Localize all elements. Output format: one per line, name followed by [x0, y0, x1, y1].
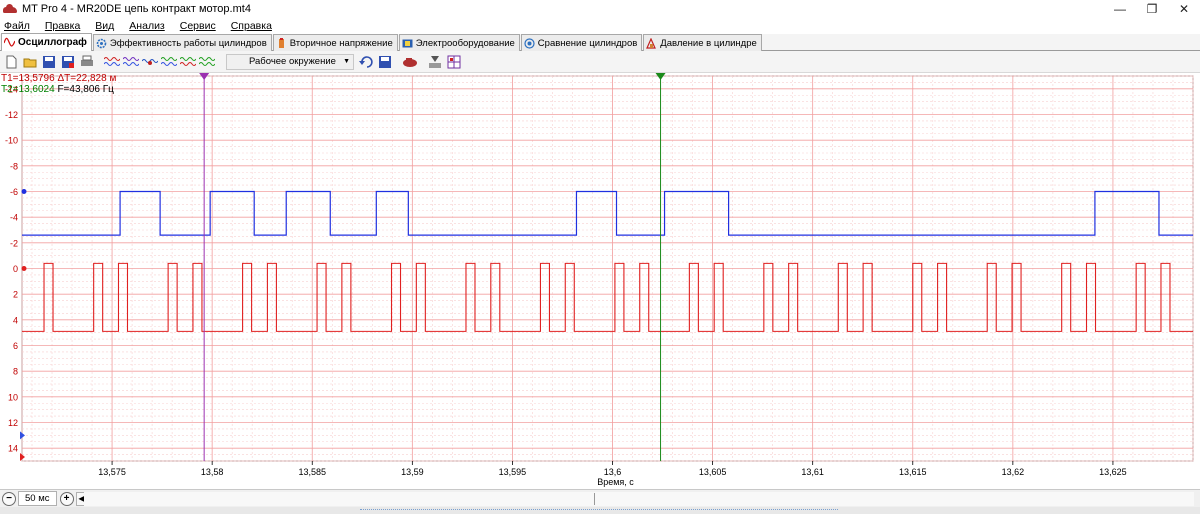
x-tick-label: 13,59 — [401, 467, 424, 477]
cursor-t1-value: T1=13,5796 — [1, 73, 55, 84]
grid-settings-icon[interactable] — [446, 54, 462, 70]
cursor-frequency: F=43,806 Гц — [57, 84, 114, 95]
y-tick-label: 10 — [8, 392, 18, 402]
cursor-delta-t: ΔT=22,828 м — [57, 73, 117, 84]
menu-service[interactable]: Сервис — [180, 20, 216, 32]
tab-electrical-equipment[interactable]: Электрооборудование — [398, 34, 520, 51]
x-tick-label: 13,62 — [1002, 467, 1025, 477]
x-tick-label: 13,625 — [1099, 467, 1127, 477]
y-tick-label: 12 — [8, 418, 18, 428]
status-bar: − 50 мс + ◀ — [0, 489, 1200, 507]
app-car-icon — [3, 4, 17, 14]
gear-icon — [96, 38, 107, 49]
tab-oscilloscope[interactable]: Осциллограф — [1, 33, 92, 51]
timebase-value[interactable]: 50 мс — [18, 491, 57, 506]
y-tick-label: 0 — [13, 264, 18, 274]
channel-4-icon[interactable] — [161, 54, 177, 70]
tab-cylinder-comparison[interactable]: Сравнение цилиндров — [520, 34, 643, 51]
compare-icon — [524, 37, 535, 49]
channel-1-icon[interactable] — [104, 54, 120, 70]
channel-6-icon[interactable] — [199, 54, 215, 70]
menu-help[interactable]: Справка — [231, 20, 272, 32]
toolbar: Рабочее окружение ▼ — [0, 51, 1200, 73]
tab-secondary-voltage[interactable]: Вторичное напряжение — [272, 34, 398, 51]
menu-view[interactable]: Вид — [95, 20, 114, 32]
channel-3-icon[interactable] — [142, 54, 158, 70]
y-tick-label: -4 — [10, 213, 18, 223]
tab-cylinder-pressure[interactable]: Давление в цилиндре — [643, 34, 762, 51]
battery-icon — [402, 38, 413, 49]
y-tick-label: 2 — [13, 290, 18, 300]
save-icon[interactable] — [41, 54, 57, 70]
tab-cylinder-efficiency[interactable]: Эффективность работы цилиндров — [92, 34, 272, 51]
y-tick-label: -2 — [10, 238, 18, 248]
x-tick-label: 13,595 — [499, 467, 527, 477]
selection-marker — [360, 509, 838, 514]
pressure-icon — [646, 37, 657, 49]
x-tick-label: 13,58 — [201, 467, 224, 477]
scrollbar-thumb[interactable] — [594, 493, 606, 505]
minimize-button[interactable]: — — [1104, 0, 1136, 18]
restore-button[interactable]: ❐ — [1136, 0, 1168, 18]
menu-file[interactable]: Файл — [4, 20, 30, 32]
tab-label: Давление в цилиндре — [660, 37, 757, 49]
environment-select-value: Рабочее окружение — [249, 56, 336, 67]
cursor-readout: T1=13,5796 ΔT=22,828 м T2=13,6024 F=43,8… — [1, 73, 116, 95]
menu-analysis[interactable]: Анализ — [129, 20, 164, 32]
close-button[interactable]: ✕ — [1168, 0, 1200, 18]
x-tick-label: 13,615 — [899, 467, 927, 477]
export-icon[interactable] — [377, 54, 393, 70]
horizontal-scrollbar[interactable] — [84, 492, 1194, 506]
series-2-marker — [21, 266, 27, 271]
engine-icon[interactable] — [402, 54, 418, 70]
environment-select[interactable]: Рабочее окружение ▼ — [226, 53, 354, 70]
y-tick-label: 8 — [13, 367, 18, 377]
zoom-out-button[interactable]: − — [2, 491, 16, 506]
menu-bar: Файл Правка Вид Анализ Сервис Справка — [0, 18, 1200, 34]
cursor-t2-value: T2=13,6024 — [1, 84, 55, 95]
x-tick-label: 13,6 — [604, 467, 622, 477]
new-file-icon[interactable] — [3, 54, 19, 70]
tab-strip: Осциллограф Эффективность работы цилиндр… — [0, 33, 1200, 51]
y-tick-label: -8 — [10, 161, 18, 171]
zoom-in-button[interactable]: + — [59, 491, 74, 506]
x-axis-label: Время, с — [597, 477, 634, 487]
oscilloscope-plot[interactable]: -14 -12 -10 -8 -6 -4 -2 0 2 4 6 8 10 12 14 13,575 13,58 1… — [0, 73, 1200, 489]
x-tick-label: 13,605 — [699, 467, 727, 477]
y-tick-label: -12 — [5, 110, 18, 120]
coil-icon — [276, 37, 287, 49]
plot-canvas[interactable]: -14-12-10-8-6-4-20246810121413,575 13,58 1… — [0, 73, 1200, 489]
window-title: MT Pro 4 - MR20DE цепь контракт мотор.mt… — [22, 3, 251, 15]
channel-5-icon[interactable] — [180, 54, 196, 70]
tab-label: Сравнение цилиндров — [537, 37, 638, 49]
undo-icon[interactable] — [358, 54, 374, 70]
y-tick-label: -10 — [5, 136, 18, 146]
y-tick-label: 6 — [13, 341, 18, 351]
open-folder-icon[interactable] — [22, 54, 38, 70]
tab-label: Вторичное напряжение — [289, 37, 393, 49]
channel-2-icon[interactable] — [123, 54, 139, 70]
save-as-icon[interactable] — [60, 54, 76, 70]
y-tick-label: 4 — [13, 315, 18, 325]
measure-icon[interactable] — [427, 54, 443, 70]
tab-label: Эффективность работы цилиндров — [109, 37, 267, 49]
bottom-strip — [0, 507, 1200, 514]
tab-label: Электрооборудование — [415, 37, 515, 49]
x-tick-label: 13,61 — [801, 467, 824, 477]
series-1-marker — [21, 189, 27, 194]
y-tick-label: -6 — [10, 187, 18, 197]
y-tick-label: 14 — [8, 444, 18, 454]
sine-wave-icon — [4, 37, 15, 48]
menu-edit[interactable]: Правка — [45, 20, 80, 32]
title-bar: MT Pro 4 - MR20DE цепь контракт мотор.mt… — [0, 0, 1200, 18]
chevron-down-icon: ▼ — [343, 58, 350, 65]
x-tick-label: 13,585 — [298, 467, 326, 477]
x-tick-label: 13,575 — [98, 467, 126, 477]
tab-label: Осциллограф — [18, 37, 87, 48]
print-icon[interactable] — [79, 54, 95, 70]
